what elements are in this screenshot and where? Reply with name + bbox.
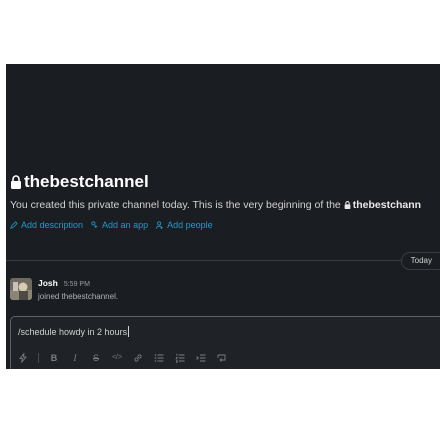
code-icon: </> <box>111 354 123 361</box>
text-caret <box>128 326 130 337</box>
indent-icon <box>196 354 206 362</box>
add-person-icon <box>156 221 163 229</box>
italic-button[interactable]: I <box>69 352 81 364</box>
channel-actions: Add description Add an app Add people <box>10 220 440 230</box>
bold-icon: B <box>50 353 58 363</box>
add-people-link[interactable]: Add people <box>156 220 213 230</box>
strikethrough-icon: S <box>92 353 99 363</box>
slack-channel-view: thebestchannel You created this private … <box>6 64 440 369</box>
app-icon <box>91 221 98 229</box>
avatar-image <box>10 278 32 300</box>
add-people-label: Add people <box>167 220 213 230</box>
link-button[interactable] <box>132 352 144 364</box>
lightning-icon <box>19 353 27 363</box>
message-header: Josh 5:59 PM <box>38 278 118 288</box>
date-divider-label[interactable]: Today <box>400 252 440 270</box>
bold-button[interactable]: B <box>48 352 60 364</box>
message-author[interactable]: Josh <box>38 278 58 288</box>
link-icon <box>134 354 142 362</box>
shortcuts-button[interactable] <box>17 352 29 364</box>
indent-button[interactable] <box>195 352 207 364</box>
code-block-button[interactable] <box>216 352 228 364</box>
message-item: Josh 5:59 PM joined thebestchannel. <box>10 278 118 301</box>
add-app-link[interactable]: Add an app <box>91 220 148 230</box>
add-description-label: Add description <box>21 220 84 230</box>
add-app-label: Add an app <box>102 220 149 230</box>
channel-title-row: thebestchannel <box>10 171 440 193</box>
numbered-list-button[interactable] <box>174 352 186 364</box>
message-composer[interactable]: /schedule howdy in 2 hours B I S </> <box>10 316 440 369</box>
code-button[interactable]: </> <box>111 352 123 364</box>
code-block-icon <box>217 354 226 362</box>
strikethrough-button[interactable]: S <box>90 352 102 364</box>
message-body: Josh 5:59 PM joined thebestchannel. <box>38 278 118 301</box>
message-timestamp[interactable]: 5:59 PM <box>64 281 90 288</box>
toolbar-divider <box>38 353 39 363</box>
formatting-toolbar: B I S </> <box>17 351 237 365</box>
date-divider <box>6 260 440 261</box>
message-text: joined thebestchannel. <box>38 292 119 301</box>
pencil-icon <box>10 221 18 229</box>
channel-intro-name: thebestchann <box>352 199 422 211</box>
numbered-list-icon <box>175 353 185 363</box>
channel-header: thebestchannel You created this private … <box>10 171 440 230</box>
bulleted-list-icon <box>154 354 164 362</box>
lock-icon <box>344 201 351 209</box>
channel-title: thebestchannel <box>24 172 149 191</box>
message-input[interactable]: /schedule howdy in 2 hours <box>18 326 130 337</box>
channel-intro-text: You created this private channel today. … <box>10 199 341 211</box>
message-input-value: /schedule howdy in 2 hours <box>18 326 128 337</box>
channel-intro: You created this private channel today. … <box>10 199 440 211</box>
add-description-link[interactable]: Add description <box>10 220 83 230</box>
lock-icon <box>11 175 21 189</box>
bulleted-list-button[interactable] <box>153 352 165 364</box>
avatar[interactable] <box>10 278 32 300</box>
italic-icon: I <box>73 353 77 363</box>
